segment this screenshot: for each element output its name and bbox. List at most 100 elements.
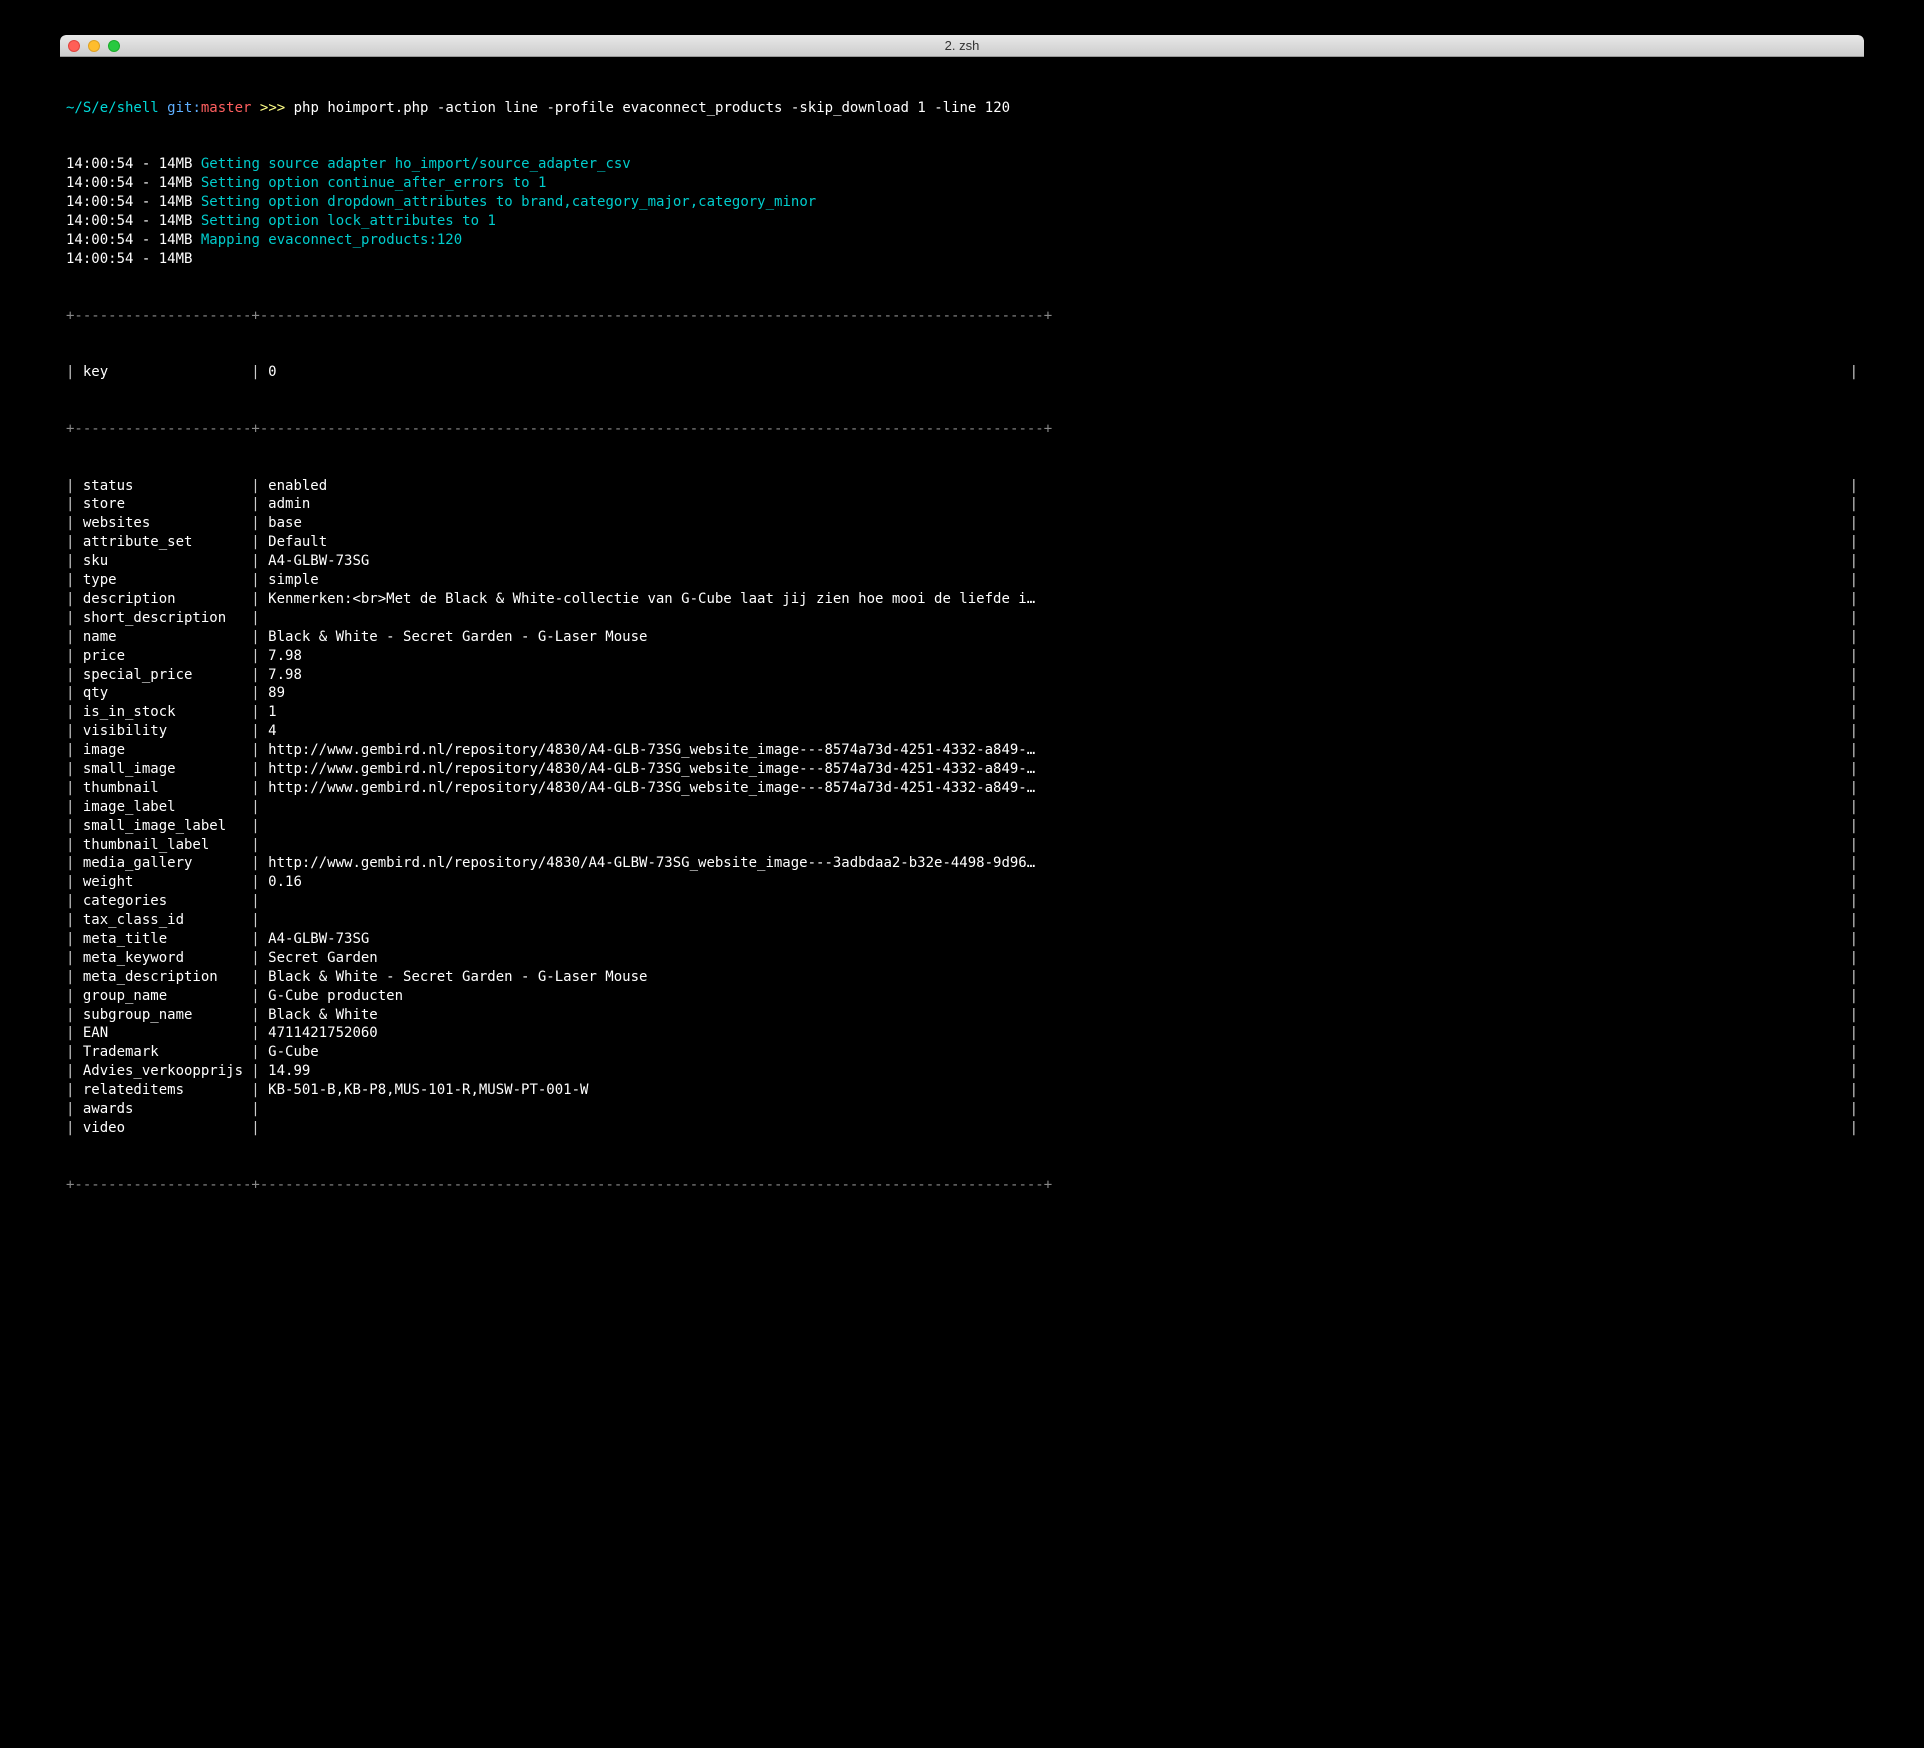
cell-key: price [83, 647, 243, 666]
terminal-content[interactable]: ~/S/e/shell git:master >>> php hoimport.… [60, 57, 1864, 1236]
cell-key: meta_title [83, 930, 243, 949]
table-row: | sku | A4-GLBW-73SG | [66, 552, 1858, 571]
cell-key: relateditems [83, 1081, 243, 1100]
cell-value: Black & White - Secret Garden - G-Laser … [268, 628, 1841, 647]
cell-value: admin [268, 495, 1841, 514]
table-row: | awards | | [66, 1100, 1858, 1119]
table-row: | image_label | | [66, 798, 1858, 817]
table-row: | media_gallery | http://www.gembird.nl/… [66, 854, 1858, 873]
table-row: | group_name | G-Cube producten | [66, 987, 1858, 1006]
prompt-arrows: >>> [260, 100, 285, 116]
table-row: | thumbnail_label | | [66, 836, 1858, 855]
log-message: Setting option lock_attributes to 1 [201, 213, 496, 229]
cell-value: Black & White [268, 1006, 1841, 1025]
table-row: | websites | base | [66, 514, 1858, 533]
cell-value: http://www.gembird.nl/repository/4830/A4… [268, 760, 1841, 779]
log-timestamp: 14:00:54 - 14MB [66, 213, 192, 229]
table-row: | small_image | http://www.gembird.nl/re… [66, 760, 1858, 779]
cell-key: is_in_stock [83, 703, 243, 722]
table-row: | relateditems | KB-501-B,KB-P8,MUS-101-… [66, 1081, 1858, 1100]
cell-value: 7.98 [268, 647, 1841, 666]
traffic-lights [60, 40, 120, 52]
log-timestamp: 14:00:54 - 14MB [66, 194, 192, 210]
cell-key: weight [83, 873, 243, 892]
table-divider-mid: +---------------------+-----------------… [66, 420, 1858, 439]
log-line: 14:00:54 - 14MB Getting source adapter h… [66, 155, 1858, 174]
cell-key: meta_description [83, 968, 243, 987]
title-bar[interactable]: 2. zsh [60, 35, 1864, 57]
table-row: | price | 7.98 | [66, 647, 1858, 666]
cell-value [268, 836, 1841, 855]
cell-value [268, 911, 1841, 930]
cell-key: subgroup_name [83, 1006, 243, 1025]
cell-value: http://www.gembird.nl/repository/4830/A4… [268, 854, 1841, 873]
table-header-row: | key | 0 | [66, 363, 1858, 382]
cell-value: 7.98 [268, 666, 1841, 685]
cell-value: Black & White - Secret Garden - G-Laser … [268, 968, 1841, 987]
table-row: | special_price | 7.98 | [66, 666, 1858, 685]
cell-value: 0.16 [268, 873, 1841, 892]
cell-key: attribute_set [83, 533, 243, 552]
cell-key: short_description [83, 609, 243, 628]
log-message: Mapping evaconnect_products:120 [201, 232, 462, 248]
cell-value: A4-GLBW-73SG [268, 552, 1841, 571]
cell-value: 4711421752060 [268, 1024, 1841, 1043]
log-timestamp: 14:00:54 - 14MB [66, 251, 192, 267]
window-title: 2. zsh [60, 38, 1864, 53]
table-row: | is_in_stock | 1 | [66, 703, 1858, 722]
cell-key: qty [83, 684, 243, 703]
prompt-branch: master [201, 100, 252, 116]
cell-key: thumbnail_label [83, 836, 243, 855]
cell-value: Default [268, 533, 1841, 552]
table-divider-bottom: +---------------------+-----------------… [66, 1176, 1858, 1195]
prompt-git-label: git: [167, 100, 201, 116]
log-message: Setting option continue_after_errors to … [201, 175, 547, 191]
log-timestamp: 14:00:54 - 14MB [66, 232, 192, 248]
cell-value: 1 [268, 703, 1841, 722]
cell-value [268, 609, 1841, 628]
log-line: 14:00:54 - 14MB Mapping evaconnect_produ… [66, 231, 1858, 250]
table-row: | store | admin | [66, 495, 1858, 514]
cell-key: video [83, 1119, 243, 1138]
cell-key: description [83, 590, 243, 609]
table-row: | EAN | 4711421752060 | [66, 1024, 1858, 1043]
cell-value: enabled [268, 477, 1841, 496]
cell-value: KB-501-B,KB-P8,MUS-101-R,MUSW-PT-001-W [268, 1081, 1841, 1100]
cell-value [268, 1100, 1841, 1119]
cell-value: G-Cube producten [268, 987, 1841, 1006]
cell-key: type [83, 571, 243, 590]
table-row: | subgroup_name | Black & White | [66, 1006, 1858, 1025]
cell-key: sku [83, 552, 243, 571]
cell-value: 4 [268, 722, 1841, 741]
table-row: | tax_class_id | | [66, 911, 1858, 930]
cell-value [268, 1119, 1841, 1138]
cell-key: tax_class_id [83, 911, 243, 930]
cell-key: small_image [83, 760, 243, 779]
cell-key: media_gallery [83, 854, 243, 873]
table-row: | video | | [66, 1119, 1858, 1138]
table-row: | image | http://www.gembird.nl/reposito… [66, 741, 1858, 760]
table-row: | status | enabled | [66, 477, 1858, 496]
log-message: Setting option dropdown_attributes to br… [201, 194, 816, 210]
cell-key: meta_keyword [83, 949, 243, 968]
table-row: | thumbnail | http://www.gembird.nl/repo… [66, 779, 1858, 798]
table-row: | short_description | | [66, 609, 1858, 628]
terminal-window: 2. zsh ~/S/e/shell git:master >>> php ho… [60, 35, 1864, 1236]
cell-key: image_label [83, 798, 243, 817]
command-text: php hoimport.php -action line -profile e… [294, 100, 1010, 116]
cell-key: categories [83, 892, 243, 911]
prompt-path: ~/S/e/shell [66, 100, 159, 116]
maximize-icon[interactable] [108, 40, 120, 52]
table-row: | visibility | 4 | [66, 722, 1858, 741]
cell-key: name [83, 628, 243, 647]
log-line: 14:00:54 - 14MB Setting option lock_attr… [66, 212, 1858, 231]
cell-key: image [83, 741, 243, 760]
cell-key: Advies_verkoopprijs [83, 1062, 243, 1081]
log-timestamp: 14:00:54 - 14MB [66, 175, 192, 191]
table-row: | categories | | [66, 892, 1858, 911]
close-icon[interactable] [68, 40, 80, 52]
cell-value: 14.99 [268, 1062, 1841, 1081]
minimize-icon[interactable] [88, 40, 100, 52]
cell-value: G-Cube [268, 1043, 1841, 1062]
table-row: | Trademark | G-Cube | [66, 1043, 1858, 1062]
